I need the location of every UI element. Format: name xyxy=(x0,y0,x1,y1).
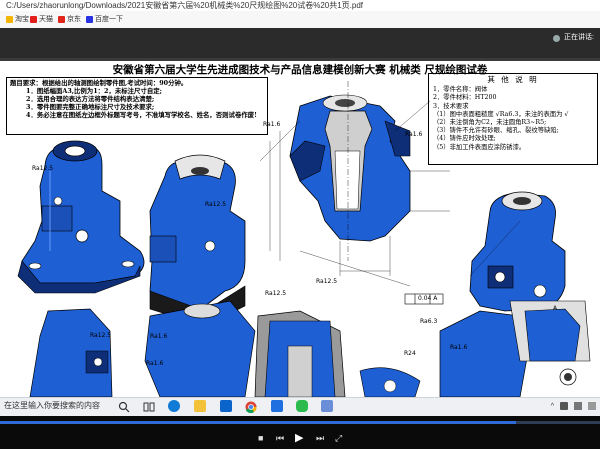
search-icon[interactable] xyxy=(118,400,130,413)
system-tray: ^ xyxy=(551,398,596,414)
dimension-label: Ra1.6 xyxy=(263,121,281,128)
exam-requirements-box: 题目要求：根据给出的轴测图绘制零件图,考试时间：90分钟。 1．图纸幅面A3,比… xyxy=(6,77,268,135)
valve-body-center-view xyxy=(149,154,246,327)
bookmark-taobao[interactable]: 淘宝 xyxy=(6,14,29,25)
notes-line: （5）非加工件表面应涂防锈漆。 xyxy=(433,143,526,151)
dimension-label: Ra6.3 xyxy=(420,318,438,325)
notes-line: （2）未注倒角为C2，未注圆角R3~R5; xyxy=(433,119,547,127)
progress-fill xyxy=(0,421,516,424)
dimension-label: Ra12.5 xyxy=(32,165,54,172)
valve-body-left-view xyxy=(17,140,145,294)
address-bar[interactable]: C:/Users/zhaorunlong/Downloads/2021安徽省第六… xyxy=(0,0,600,11)
dimension-label: Ra12.5 xyxy=(205,201,227,208)
notes-line: 3．技术要求 xyxy=(433,102,469,110)
jd-icon xyxy=(58,16,65,23)
speaker-avatar-icon xyxy=(553,34,561,42)
wechat-icon[interactable] xyxy=(296,400,308,412)
file-explorer-icon[interactable] xyxy=(194,400,206,412)
valve-body-lower-views xyxy=(29,300,591,397)
requirements-heading: 题目要求：根据给出的轴测图绘制零件图,考试时间：90分钟。 xyxy=(10,79,188,87)
baidu-icon xyxy=(86,16,93,23)
notes-line: 2．零件材料：HT200 xyxy=(433,94,497,102)
bookmark-baidu[interactable]: 百度一下 xyxy=(86,14,123,25)
other-notes-box: 其 他 说 明 1．零件名称：阀体 2．零件材料：HT200 3．技术要求 （1… xyxy=(428,73,598,165)
bookmark-jd[interactable]: 京东 xyxy=(58,14,81,25)
tolerance-label: 0.04 A xyxy=(418,295,438,302)
bookmarks-bar: 淘宝 天猫 京东 百度一下 xyxy=(0,11,600,29)
bookmark-tmall[interactable]: 天猫 xyxy=(30,14,53,25)
chrome-icon[interactable] xyxy=(245,400,257,414)
dimension-label: Ra1.6 xyxy=(150,333,168,340)
valve-body-section-view xyxy=(289,81,411,261)
chevron-up-icon[interactable]: ^ xyxy=(551,403,554,410)
next-icon[interactable]: ⏭ xyxy=(316,433,324,443)
fullscreen-icon[interactable]: ⤢ xyxy=(335,433,342,443)
dimension-label: Ra12.5 xyxy=(90,332,112,339)
url-text: C:/Users/zhaorunlong/Downloads/2021安徽省第六… xyxy=(6,1,364,10)
edge-icon[interactable] xyxy=(168,400,180,412)
requirement-item: 1．图纸幅面A3,比例为1：2，未标注尺寸自定; xyxy=(26,87,162,95)
pdf-toolbar xyxy=(0,28,600,58)
volume-icon[interactable] xyxy=(574,402,582,410)
notification-icon[interactable] xyxy=(588,402,596,410)
valve-body-right-view xyxy=(469,191,566,312)
taskbar-search-box[interactable]: 在这里输入你要搜索的内容 xyxy=(4,399,100,413)
notes-line: （4）铸件应时效处理; xyxy=(433,135,496,143)
image-viewer-icon[interactable] xyxy=(321,400,333,412)
datum-label: A xyxy=(553,305,558,312)
task-view-icon[interactable] xyxy=(143,400,155,412)
dimension-label: Ra1.6 xyxy=(450,344,468,351)
previous-icon[interactable]: ⏮ xyxy=(276,433,284,443)
network-icon[interactable] xyxy=(560,402,568,410)
notes-line: （1）图中表面粗糙度 √Ra6.3，未注的表面为 √ xyxy=(433,110,569,118)
stop-icon[interactable]: ■ xyxy=(258,433,263,443)
requirement-item: 4．务必注意在图纸左边框外标题写考号，不准填写学校名、姓名，否则试卷作废! xyxy=(26,111,257,119)
dimension-label: Ra1.6 xyxy=(146,360,164,367)
notes-title: 其 他 说 明 xyxy=(487,75,539,84)
requirement-item: 3．零件图要完整正确地标注尺寸及技术要求; xyxy=(26,103,155,111)
folder-icon xyxy=(6,16,13,23)
dimension-label: Ra12.5 xyxy=(316,278,338,285)
dimension-label: Ra1.6 xyxy=(405,131,423,138)
tmall-icon xyxy=(30,16,37,23)
pdf-page[interactable]: 安徽省第六届大学生先进成图技术与产品信息建模创新大赛 机械类 尺规绘图试卷 题目… xyxy=(0,61,600,397)
play-icon[interactable]: ▶ xyxy=(295,433,303,444)
meeting-app-icon[interactable] xyxy=(271,400,283,412)
dimension-label: Ra12.5 xyxy=(265,290,287,297)
speaking-indicator: 正在讲话: xyxy=(553,31,594,45)
requirement-item: 2．选用合理的表达方法将零件结构表达清楚; xyxy=(26,95,155,103)
dimension-label: R24 xyxy=(404,350,416,357)
store-icon[interactable] xyxy=(220,400,232,412)
